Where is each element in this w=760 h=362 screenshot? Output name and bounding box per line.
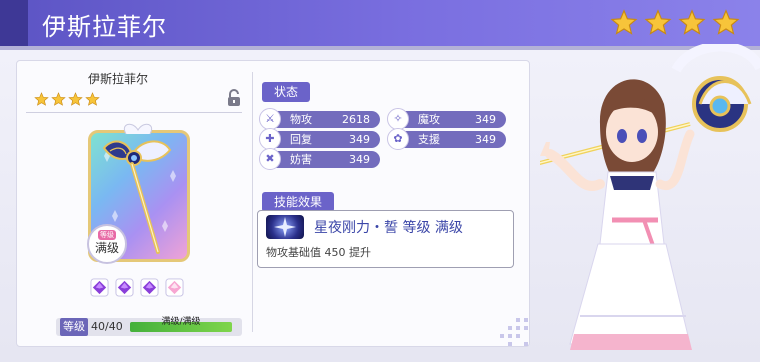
status-section-tag: 状态 bbox=[262, 82, 311, 102]
panel-divider bbox=[252, 72, 253, 332]
pink-gem-icon bbox=[165, 278, 184, 297]
star-icon bbox=[85, 92, 100, 106]
level-progress-text: 满级/满级 bbox=[161, 317, 201, 327]
star-icon bbox=[68, 92, 83, 106]
item-rarity-stars bbox=[34, 92, 100, 107]
stat-label: 回复 bbox=[290, 133, 312, 146]
star-icon bbox=[712, 9, 740, 35]
support-icon: ✿ bbox=[387, 128, 409, 150]
star-icon bbox=[610, 9, 638, 35]
skill-name: 星夜刚力・誓 等级 满级 bbox=[314, 220, 463, 236]
stat-value: 349 bbox=[349, 153, 370, 166]
stat-row: ✚ 回复 349 bbox=[259, 128, 380, 150]
title-bar-accent bbox=[0, 0, 28, 46]
star-icon bbox=[51, 92, 66, 106]
stat-label: 魔攻 bbox=[418, 113, 440, 126]
limit-break-badge: 等级 满级 bbox=[87, 224, 127, 264]
stat-label: 支援 bbox=[418, 133, 440, 146]
item-name: 伊斯拉菲尔 bbox=[87, 72, 148, 86]
level-value: 40/40 bbox=[91, 320, 123, 333]
level-label: 等级 bbox=[60, 318, 88, 336]
skill-section-tag: 技能效果 bbox=[262, 192, 335, 212]
star-icon bbox=[644, 9, 672, 35]
rarity-stars-large bbox=[610, 9, 740, 37]
purple-gem-icon bbox=[115, 278, 134, 297]
purple-gem-icon bbox=[140, 278, 159, 297]
stat-row: ✧ 魔攻 349 bbox=[387, 108, 506, 130]
sword-icon: ⚔ bbox=[259, 108, 281, 130]
stat-row: ✿ 支援 349 bbox=[387, 128, 506, 150]
stat-value: 349 bbox=[475, 133, 496, 146]
divider bbox=[26, 112, 242, 113]
stat-row: ✖ 妨害 349 bbox=[259, 148, 380, 170]
heal-icon: ✚ bbox=[259, 128, 281, 150]
debuff-icon: ✖ bbox=[259, 148, 281, 170]
character-illustration bbox=[540, 44, 760, 350]
star-icon bbox=[34, 92, 49, 106]
purple-gem-icon bbox=[90, 278, 109, 297]
upgrade-gem-row bbox=[90, 278, 184, 297]
limit-break-badge-top: 等级 bbox=[98, 230, 116, 240]
star-burst-icon bbox=[266, 215, 304, 239]
lock-icon[interactable] bbox=[226, 89, 242, 107]
limit-break-badge-label: 满级 bbox=[94, 241, 119, 255]
star-icon bbox=[678, 9, 706, 35]
stat-value: 349 bbox=[475, 113, 496, 126]
stat-label: 物攻 bbox=[290, 113, 312, 126]
stat-value: 349 bbox=[349, 133, 370, 146]
stat-value: 2618 bbox=[342, 113, 370, 126]
magic-wand-icon: ✧ bbox=[387, 108, 409, 130]
page-title: 伊斯拉菲尔 bbox=[42, 13, 167, 41]
decorative-grid bbox=[500, 318, 528, 346]
skill-description: 物攻基础值 450 提升 bbox=[266, 246, 371, 259]
stat-row: ⚔ 物攻 2618 bbox=[259, 108, 380, 130]
stat-label: 妨害 bbox=[290, 153, 312, 166]
